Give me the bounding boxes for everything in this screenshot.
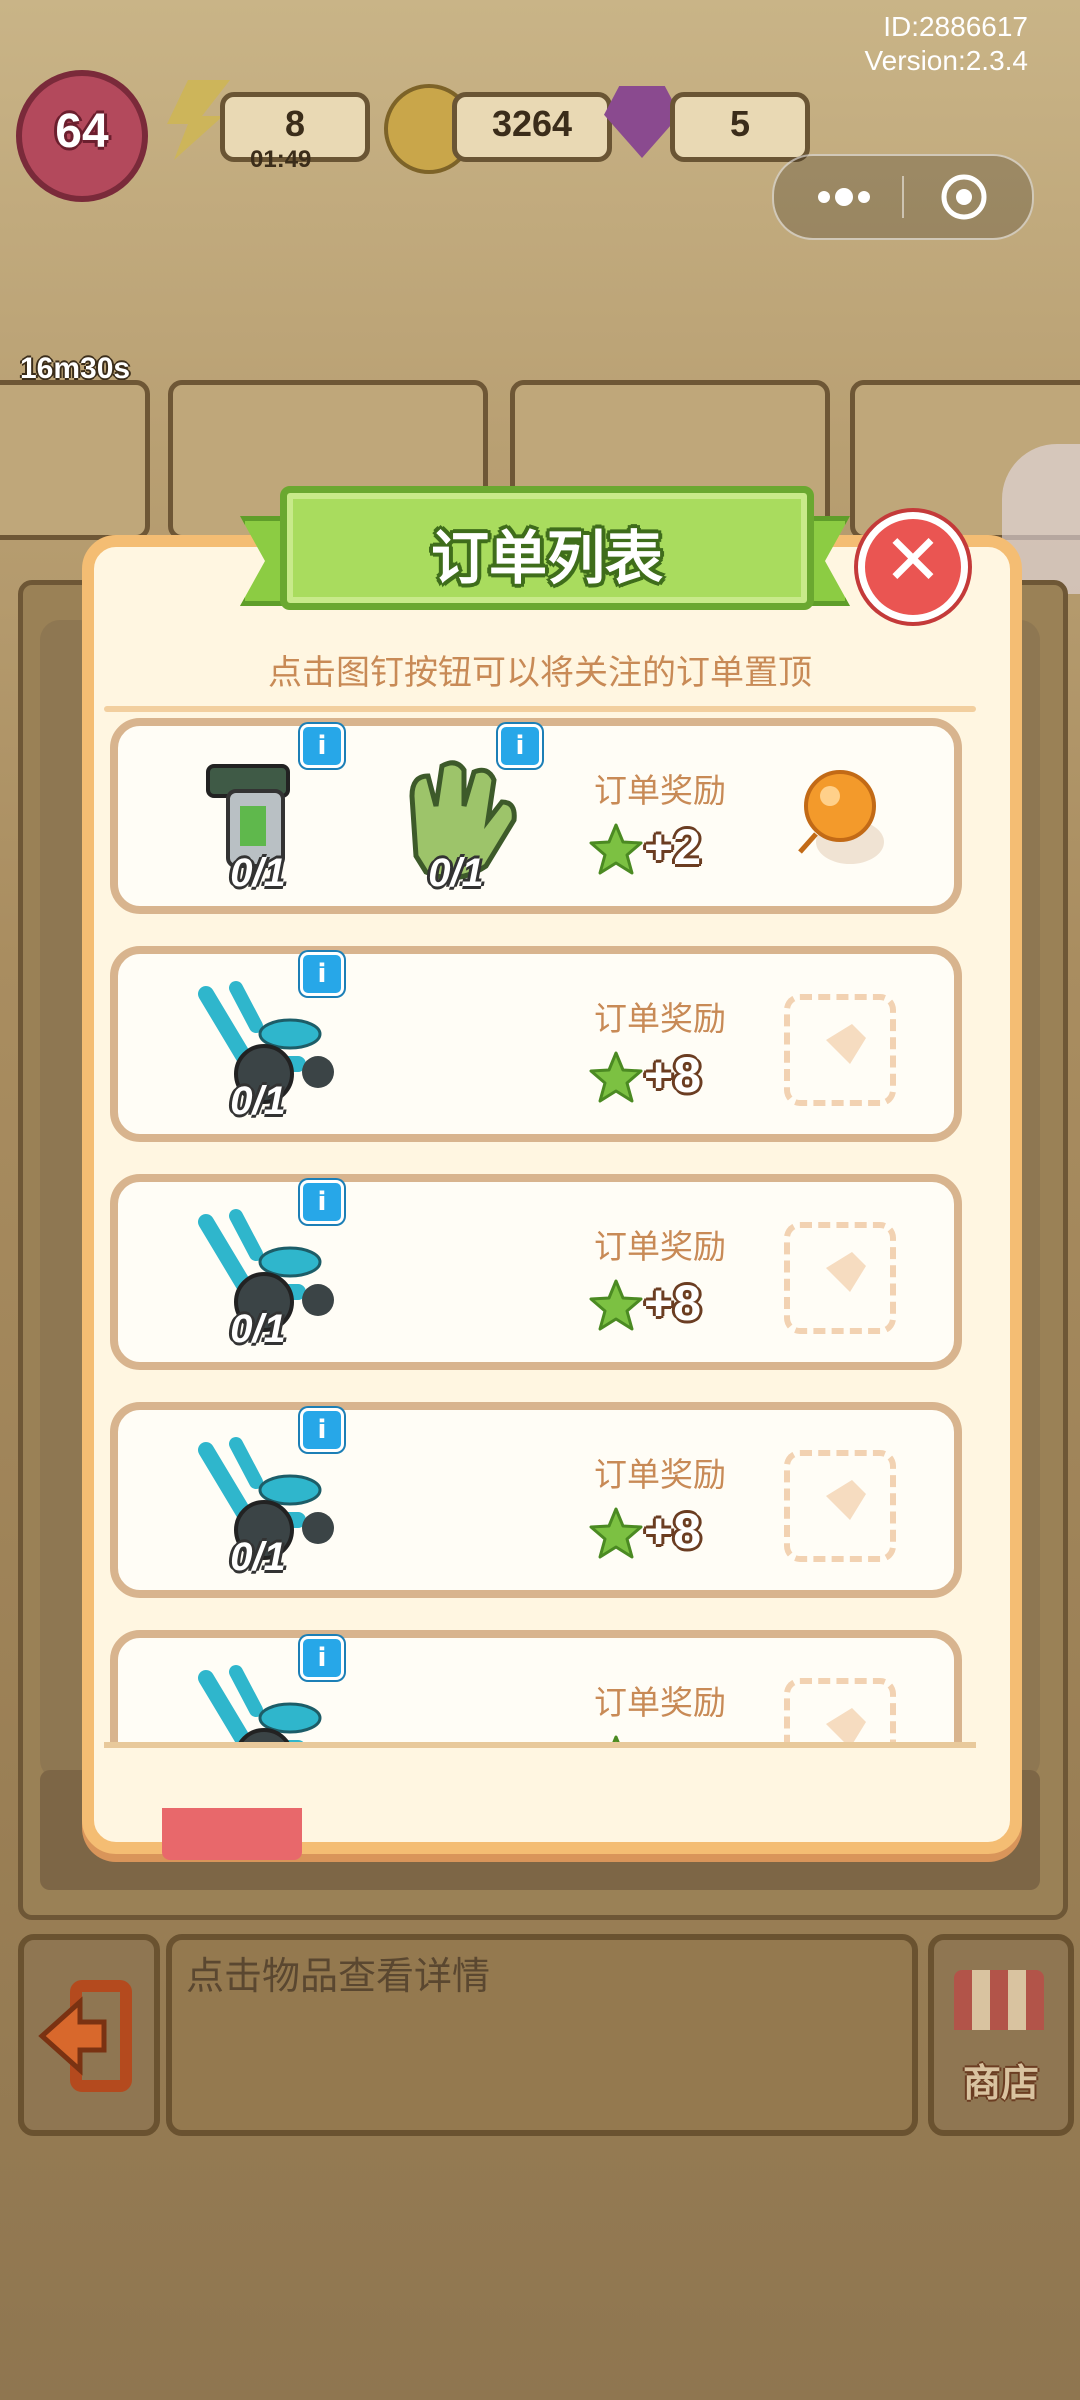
item-count: 0/1 [428,851,484,895]
version-label: Version:2.3.4 [864,45,1028,76]
coin-box[interactable]: 3264 [452,92,612,162]
pin-button[interactable] [784,994,896,1106]
reward: +8 [588,1274,748,1344]
coin-value: 3264 [491,103,573,144]
order-item[interactable]: i [178,1636,344,1742]
order-item[interactable]: i 0/1 [178,1180,344,1352]
modal-title-ribbon: 订单列表 [240,486,850,612]
energy-value: 8 [284,103,306,144]
order-item[interactable]: i 0/1 [376,724,542,896]
exit-button[interactable] [18,1934,160,2136]
item-count: 0/1 [230,851,286,895]
pin-button[interactable] [784,1450,896,1562]
order-item[interactable]: i 0/1 [178,724,344,896]
miniprogram-capsule [772,154,1034,240]
reward-value: +8 [644,1503,702,1559]
level-value: 64 [55,105,109,158]
list-bottom-divider [104,1742,976,1748]
pushpin-icon [798,770,884,864]
star-icon [612,1735,620,1742]
user-id: ID:2886617 [883,11,1028,42]
reward-label: 订单奖励 [594,999,726,1038]
item-count: 0/1 [230,1535,286,1579]
info-badge-icon[interactable]: i [300,1636,344,1680]
build-info: ID:2886617 Version:2.3.4 [770,10,1028,78]
order-list[interactable]: i 0/1 i 0/1 订单奖励 +2 i 0/1 订单奖励 +8 i 0/1 … [98,712,982,1742]
pushpin-outline-icon [820,1252,866,1298]
info-badge-icon[interactable]: i [498,724,542,768]
reward: +8 [588,1046,748,1116]
order-card: i 0/1 订单奖励 +8 [110,946,962,1142]
item-detail-text: 点击物品查看详情 [186,1954,491,1998]
star-icon [589,1051,643,1103]
pin-button[interactable] [784,1222,896,1334]
shop-button[interactable]: 商店 [928,1934,1074,2136]
pin-button-active[interactable] [778,756,898,876]
order-card: i 0/1 订单奖励 +8 [110,1174,962,1370]
item-count: 0/1 [230,1079,286,1123]
pushpin-outline-icon [820,1480,866,1526]
order-item[interactable]: i 0/1 [178,952,344,1124]
background-order-card [0,380,150,540]
gem-value: 5 [729,103,751,144]
reward-value: +8 [644,1275,702,1331]
info-badge-icon[interactable]: i [300,724,344,768]
modal-title: 订单列表 [430,524,663,592]
reward [588,1730,748,1742]
order-card: i 0/1 订单奖励 +8 [110,1402,962,1598]
star-icon [589,823,643,875]
close-x-icon: ✕ [883,519,943,601]
reward-label: 订单奖励 [594,1683,726,1722]
reward: +2 [588,818,748,888]
modal-subtitle: 点击图钉按钮可以将关注的订单置顶 [268,653,812,693]
reward-label: 订单奖励 [594,771,726,810]
pushpin-outline-icon [820,1024,866,1070]
more-dots-icon[interactable] [794,156,894,238]
title-plate: 订单列表 [280,486,814,610]
level-badge[interactable]: 64 [16,70,148,202]
order-item[interactable]: i 0/1 [178,1408,344,1580]
gem-box[interactable]: 5 [670,92,810,162]
order-card: i 订单奖励 [110,1630,962,1742]
info-badge-icon[interactable]: i [300,1408,344,1452]
exit-icon [38,1980,132,2092]
reward-label: 订单奖励 [594,1455,726,1494]
reward-label: 订单奖励 [594,1227,726,1266]
close-button[interactable]: ✕ [858,512,968,622]
reward: +8 [588,1502,748,1572]
shop-label: 商店 [962,2061,1039,2105]
bookmark-ribbon [162,1808,302,1860]
star-icon [589,1279,643,1331]
pin-button[interactable] [784,1678,896,1742]
pushpin-outline-icon [826,1708,866,1742]
shop-icon [954,1970,1044,2030]
reward-value: +8 [644,1047,702,1103]
info-badge-icon[interactable]: i [300,1180,344,1224]
item-count: 0/1 [230,1307,286,1351]
target-close-icon[interactable] [914,156,1014,238]
star-icon [589,1507,643,1559]
order-card: i 0/1 i 0/1 订单奖励 +2 [110,718,962,914]
capsule-divider [902,176,904,218]
info-badge-icon[interactable]: i [300,952,344,996]
reward-value: +2 [644,819,702,875]
energy-timer: 01:49 [250,146,312,173]
